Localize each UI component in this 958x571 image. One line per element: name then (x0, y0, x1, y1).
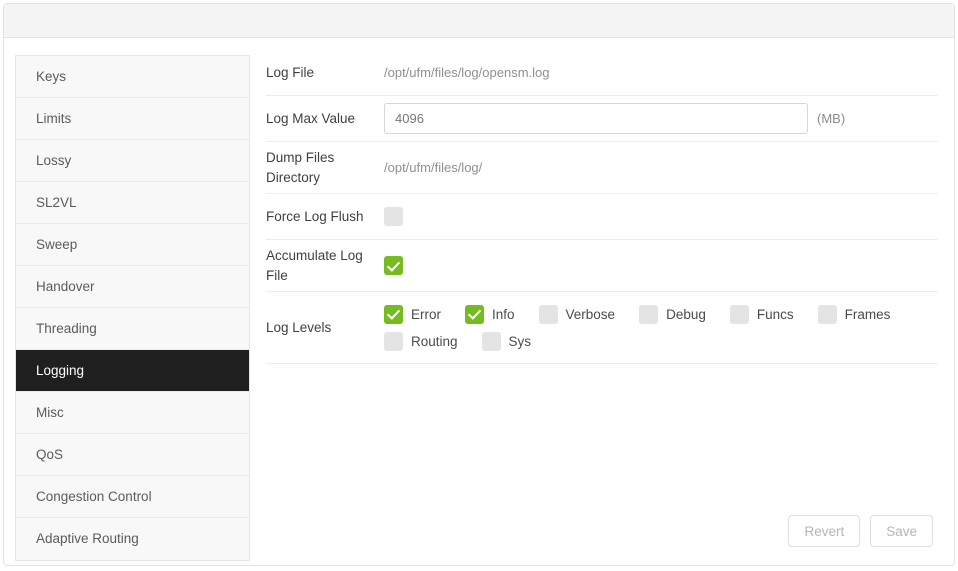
log-levels-group: Error Info Verbose Debug Funcs Frames Routing S… (384, 304, 944, 351)
sidebar-item-label: Misc (36, 405, 64, 420)
log-levels-label: Log Levels (266, 319, 332, 335)
log-level-frames[interactable]: Frames (817, 304, 891, 324)
save-button[interactable]: Save (870, 515, 933, 547)
log-file-value: /opt/ufm/files/log/opensm.log (384, 65, 550, 80)
sidebar-item-label: Limits (36, 111, 72, 126)
sidebar-item-label: Keys (36, 69, 67, 84)
sidebar-item-label: Lossy (36, 153, 72, 168)
row-log-file: Log File /opt/ufm/files/log/opensm.log (266, 50, 938, 96)
accumulate-log-file-checkbox[interactable] (384, 256, 403, 276)
form-actions: Revert Save (788, 515, 933, 547)
log-level-routing[interactable]: Routing (384, 331, 458, 351)
dump-files-directory-label: Dump Files Directory (266, 150, 335, 185)
log-level-routing-label: Routing (411, 333, 458, 349)
sidebar-item-congestion-control[interactable]: Congestion Control (16, 476, 249, 518)
sidebar-item-threading[interactable]: Threading (16, 308, 249, 350)
log-level-sys-label: Sys (508, 333, 532, 349)
sidebar-item-label: Logging (36, 363, 85, 378)
log-level-verbose[interactable]: Verbose (538, 304, 616, 324)
row-accumulate-log-file: Accumulate Log File (266, 240, 938, 293)
row-dump-files-directory: Dump Files Directory /opt/ufm/files/log/ (266, 142, 938, 195)
sidebar-item-label: Adaptive Routing (36, 531, 139, 546)
row-log-levels: Log Levels Error Info Verbose Debug Funcs Fra… (266, 292, 938, 365)
log-file-label: Log File (266, 64, 315, 80)
log-level-debug[interactable]: Debug (639, 304, 706, 324)
force-log-flush-checkbox[interactable] (384, 207, 403, 227)
log-level-frames-checkbox[interactable] (817, 304, 837, 324)
log-level-verbose-checkbox[interactable] (538, 304, 558, 324)
log-level-debug-label: Debug (666, 306, 706, 322)
sidebar-item-qos[interactable]: QoS (16, 434, 249, 476)
log-max-value-input[interactable] (384, 103, 808, 134)
sidebar-item-label: Threading (36, 321, 97, 336)
revert-button[interactable]: Revert (788, 515, 861, 547)
sidebar-item-label: Handover (36, 279, 95, 294)
sidebar-item-adaptive-routing[interactable]: Adaptive Routing (16, 518, 249, 560)
window-header-bar (4, 4, 954, 38)
sidebar-item-lossy[interactable]: Lossy (16, 140, 249, 182)
accumulate-log-file-value-wrap (384, 256, 938, 276)
force-log-flush-label: Force Log Flush (266, 208, 364, 224)
log-level-error-label: Error (411, 306, 441, 322)
log-level-funcs-label: Funcs (756, 306, 794, 322)
log-max-value-label: Log Max Value (266, 110, 356, 126)
sidebar-item-limits[interactable]: Limits (16, 98, 249, 140)
log-level-funcs-checkbox[interactable] (729, 304, 749, 324)
log-level-info[interactable]: Info (465, 304, 515, 324)
sidebar-item-sweep[interactable]: Sweep (16, 224, 249, 266)
settings-sidebar: Keys Limits Lossy SL2VL Sweep Handover Threadi… (15, 55, 250, 561)
sidebar-item-sl2vl[interactable]: SL2VL (16, 182, 249, 224)
row-log-max-value: Log Max Value (MB) (266, 96, 938, 142)
log-file-value-wrap: /opt/ufm/files/log/opensm.log (384, 65, 938, 80)
log-level-routing-checkbox[interactable] (384, 331, 403, 351)
sidebar-item-logging[interactable]: Logging (16, 350, 249, 392)
log-level-sys-checkbox[interactable] (481, 331, 501, 351)
sidebar-item-label: Sweep (36, 237, 78, 252)
sidebar-item-label: SL2VL (36, 195, 77, 210)
force-log-flush-value-wrap (384, 207, 938, 227)
log-level-sys[interactable]: Sys (481, 331, 532, 351)
accumulate-log-file-label: Accumulate Log File (266, 248, 363, 283)
dump-files-directory-value-wrap: /opt/ufm/files/log/ (384, 160, 938, 175)
log-level-info-label: Info (492, 306, 515, 322)
log-level-error[interactable]: Error (384, 304, 441, 324)
log-level-info-checkbox[interactable] (465, 304, 484, 324)
log-level-funcs[interactable]: Funcs (729, 304, 794, 324)
sidebar-item-keys[interactable]: Keys (16, 56, 249, 98)
sidebar-item-label: Congestion Control (36, 489, 152, 504)
log-levels-value-wrap: Error Info Verbose Debug Funcs Frames Routing S… (384, 304, 944, 351)
log-level-debug-checkbox[interactable] (639, 304, 659, 324)
sidebar-item-handover[interactable]: Handover (16, 266, 249, 308)
row-force-log-flush: Force Log Flush (266, 194, 938, 241)
sidebar-item-misc[interactable]: Misc (16, 392, 249, 434)
log-level-error-checkbox[interactable] (384, 304, 403, 324)
dump-files-directory-value: /opt/ufm/files/log/ (384, 160, 483, 176)
settings-window: Keys Limits Lossy SL2VL Sweep Handover Threadi… (3, 3, 955, 566)
logging-settings-form: Log File /opt/ufm/files/log/opensm.log L… (266, 50, 938, 365)
sidebar-item-label: QoS (36, 447, 64, 462)
log-level-frames-label: Frames (844, 306, 891, 322)
log-max-value-wrap: (MB) (384, 103, 938, 134)
log-max-value-unit: (MB) (817, 111, 846, 126)
log-level-verbose-label: Verbose (565, 306, 616, 322)
